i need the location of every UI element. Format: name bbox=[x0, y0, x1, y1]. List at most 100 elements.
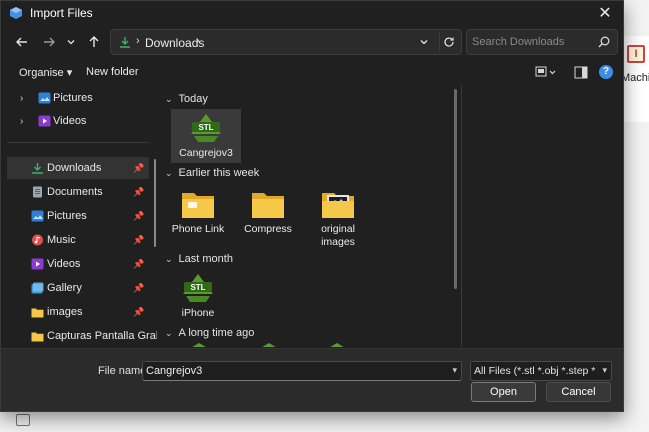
group-header-earlier-this-week[interactable]: ⌄ Earlier this week bbox=[165, 167, 259, 179]
folder-item-phone-link[interactable]: Phone Link bbox=[163, 185, 233, 239]
file-name-combobox[interactable]: ▾ bbox=[142, 361, 462, 381]
sidebar-item-music[interactable]: Music 📌 bbox=[7, 229, 149, 251]
sidebar-item-label: Documents bbox=[47, 186, 103, 198]
search-input[interactable] bbox=[472, 34, 592, 50]
search-box[interactable] bbox=[466, 29, 618, 55]
pin-icon: 📌 bbox=[133, 282, 145, 293]
preview-pane-icon bbox=[574, 66, 588, 78]
pictures-icon bbox=[31, 210, 44, 222]
collapse-chevron-icon: ⌄ bbox=[165, 93, 173, 104]
back-button[interactable] bbox=[11, 31, 33, 53]
pin-icon: 📌 bbox=[133, 186, 145, 197]
file-item-iphone[interactable]: STL iPhone bbox=[163, 269, 233, 323]
file-name-input[interactable] bbox=[146, 364, 446, 378]
expand-chevron-icon[interactable]: › bbox=[20, 116, 23, 127]
forward-button[interactable] bbox=[38, 31, 60, 53]
sidebar-item-label: images bbox=[47, 306, 83, 318]
chevron-down-icon[interactable]: ▾ bbox=[452, 365, 457, 376]
file-type-filter[interactable]: All Files (*.stl *.obj *.step *.stp * ▾ bbox=[470, 361, 612, 381]
collapse-chevron-icon: ⌄ bbox=[165, 327, 173, 338]
stl-badge: STL bbox=[190, 283, 205, 292]
documents-icon bbox=[33, 186, 42, 198]
sidebar-item-gallery[interactable]: Gallery 📌 bbox=[7, 277, 149, 299]
sidebar-item-label: Capturas Pantalla Grabac bbox=[47, 330, 157, 342]
machine-label: Machin bbox=[621, 72, 649, 84]
group-header-today[interactable]: ⌄ Today bbox=[165, 93, 208, 105]
address-bar[interactable]: › Downloads › bbox=[110, 29, 462, 55]
sidebar-item-documents[interactable]: Documents 📌 bbox=[7, 181, 149, 203]
image-folder-icon bbox=[322, 193, 354, 218]
stl-badge: STL bbox=[198, 123, 213, 132]
file-label: iPhone bbox=[181, 307, 215, 319]
command-bar: Organise ▾ New folder ? bbox=[1, 61, 623, 85]
file-item-cangrejov3[interactable]: STL Cangrejov3 bbox=[171, 109, 241, 163]
panel-icon[interactable] bbox=[16, 414, 30, 426]
pin-icon: 📌 bbox=[133, 162, 145, 173]
sidebar-item-capturas[interactable]: Capturas Pantalla Grabac bbox=[7, 325, 157, 347]
sidebar-item-label: Music bbox=[47, 234, 76, 246]
breadcrumb-separator: › bbox=[136, 35, 140, 47]
stl-file-icon: STL bbox=[183, 274, 213, 302]
group-title: Today bbox=[178, 93, 208, 105]
search-icon[interactable] bbox=[597, 35, 611, 49]
file-list-pane: ⌄ Today STL Cangrejov3 ⌄ Earlier this we… bbox=[159, 85, 459, 347]
recent-locations-button[interactable] bbox=[60, 31, 82, 53]
sidebar-item-label: Downloads bbox=[47, 162, 102, 174]
sidebar-scrollbar[interactable] bbox=[154, 159, 156, 247]
sidebar-item-images[interactable]: images 📌 bbox=[7, 301, 149, 323]
folder-item-original-images[interactable]: original images bbox=[303, 185, 373, 248]
downloads-icon bbox=[32, 163, 43, 174]
open-button[interactable]: Open bbox=[471, 382, 536, 402]
videos-icon bbox=[38, 115, 51, 127]
close-button[interactable]: ✕ bbox=[587, 1, 623, 25]
folder-icon bbox=[182, 193, 214, 218]
pin-icon: 📌 bbox=[133, 258, 145, 269]
group-header-last-month[interactable]: ⌄ Last month bbox=[165, 253, 233, 265]
preview-pane-button[interactable] bbox=[572, 63, 590, 81]
file-list-scrollbar[interactable] bbox=[454, 89, 457, 289]
sidebar-item-pictures[interactable]: Pictures 📌 bbox=[7, 205, 149, 227]
machine-icon[interactable]: I bbox=[627, 45, 645, 63]
chevron-down-icon: ▾ bbox=[602, 365, 607, 375]
stl-file-icon[interactable] bbox=[189, 343, 209, 347]
sidebar-item-downloads[interactable]: Downloads 📌 bbox=[7, 157, 149, 179]
downloads-icon bbox=[120, 37, 130, 48]
sidebar-item-videos[interactable]: Videos 📌 bbox=[7, 253, 149, 275]
stl-file-icon[interactable] bbox=[259, 343, 279, 347]
collapse-chevron-icon: ⌄ bbox=[165, 167, 173, 178]
stl-file-icon[interactable] bbox=[327, 343, 347, 347]
folder-icon bbox=[252, 193, 284, 218]
organise-menu[interactable]: Organise ▾ bbox=[19, 66, 72, 79]
import-files-dialog: Import Files ✕ › Downloads › Search Down… bbox=[0, 0, 624, 412]
cancel-button[interactable]: Cancel bbox=[546, 382, 611, 402]
group-title: Last month bbox=[178, 253, 233, 265]
folder-item-compress[interactable]: Compress bbox=[233, 185, 303, 239]
back-arrow-icon bbox=[16, 37, 27, 47]
app-cube-icon bbox=[10, 7, 22, 19]
sidebar-item-videos-tree[interactable]: › Videos bbox=[7, 110, 149, 132]
change-view-button[interactable] bbox=[534, 63, 558, 81]
sidebar-item-label: Pictures bbox=[47, 210, 87, 222]
breadcrumb-separator[interactable]: › bbox=[196, 35, 200, 47]
file-type-filter-value: All Files (*.stl *.obj *.step *.stp * bbox=[474, 365, 596, 377]
collapse-chevron-icon: ⌄ bbox=[165, 253, 173, 264]
expand-chevron-icon[interactable]: › bbox=[20, 93, 23, 104]
file-label: original images bbox=[321, 223, 355, 248]
address-history-button[interactable] bbox=[415, 33, 433, 51]
dialog-footer: File name: ▾ All Files (*.stl *.obj *.st… bbox=[1, 348, 623, 411]
forward-arrow-icon bbox=[44, 37, 55, 47]
up-arrow-icon bbox=[89, 36, 99, 47]
stl-file-icon: STL bbox=[191, 114, 221, 142]
sidebar-divider bbox=[7, 142, 149, 143]
refresh-button[interactable] bbox=[439, 33, 457, 51]
up-button[interactable] bbox=[83, 31, 105, 53]
help-icon[interactable]: ? bbox=[599, 65, 613, 79]
title-bar: Import Files ✕ bbox=[1, 1, 623, 25]
sidebar-item-pictures-tree[interactable]: › Pictures bbox=[7, 87, 149, 109]
gallery-icon bbox=[31, 282, 44, 294]
music-icon bbox=[32, 234, 43, 246]
navigation-pane: › Pictures › Videos Downloads 📌 Document… bbox=[7, 85, 157, 347]
pictures-icon bbox=[38, 92, 51, 104]
group-header-a-long-time-ago[interactable]: ⌄ A long time ago bbox=[165, 327, 254, 339]
new-folder-button[interactable]: New folder bbox=[86, 66, 139, 78]
